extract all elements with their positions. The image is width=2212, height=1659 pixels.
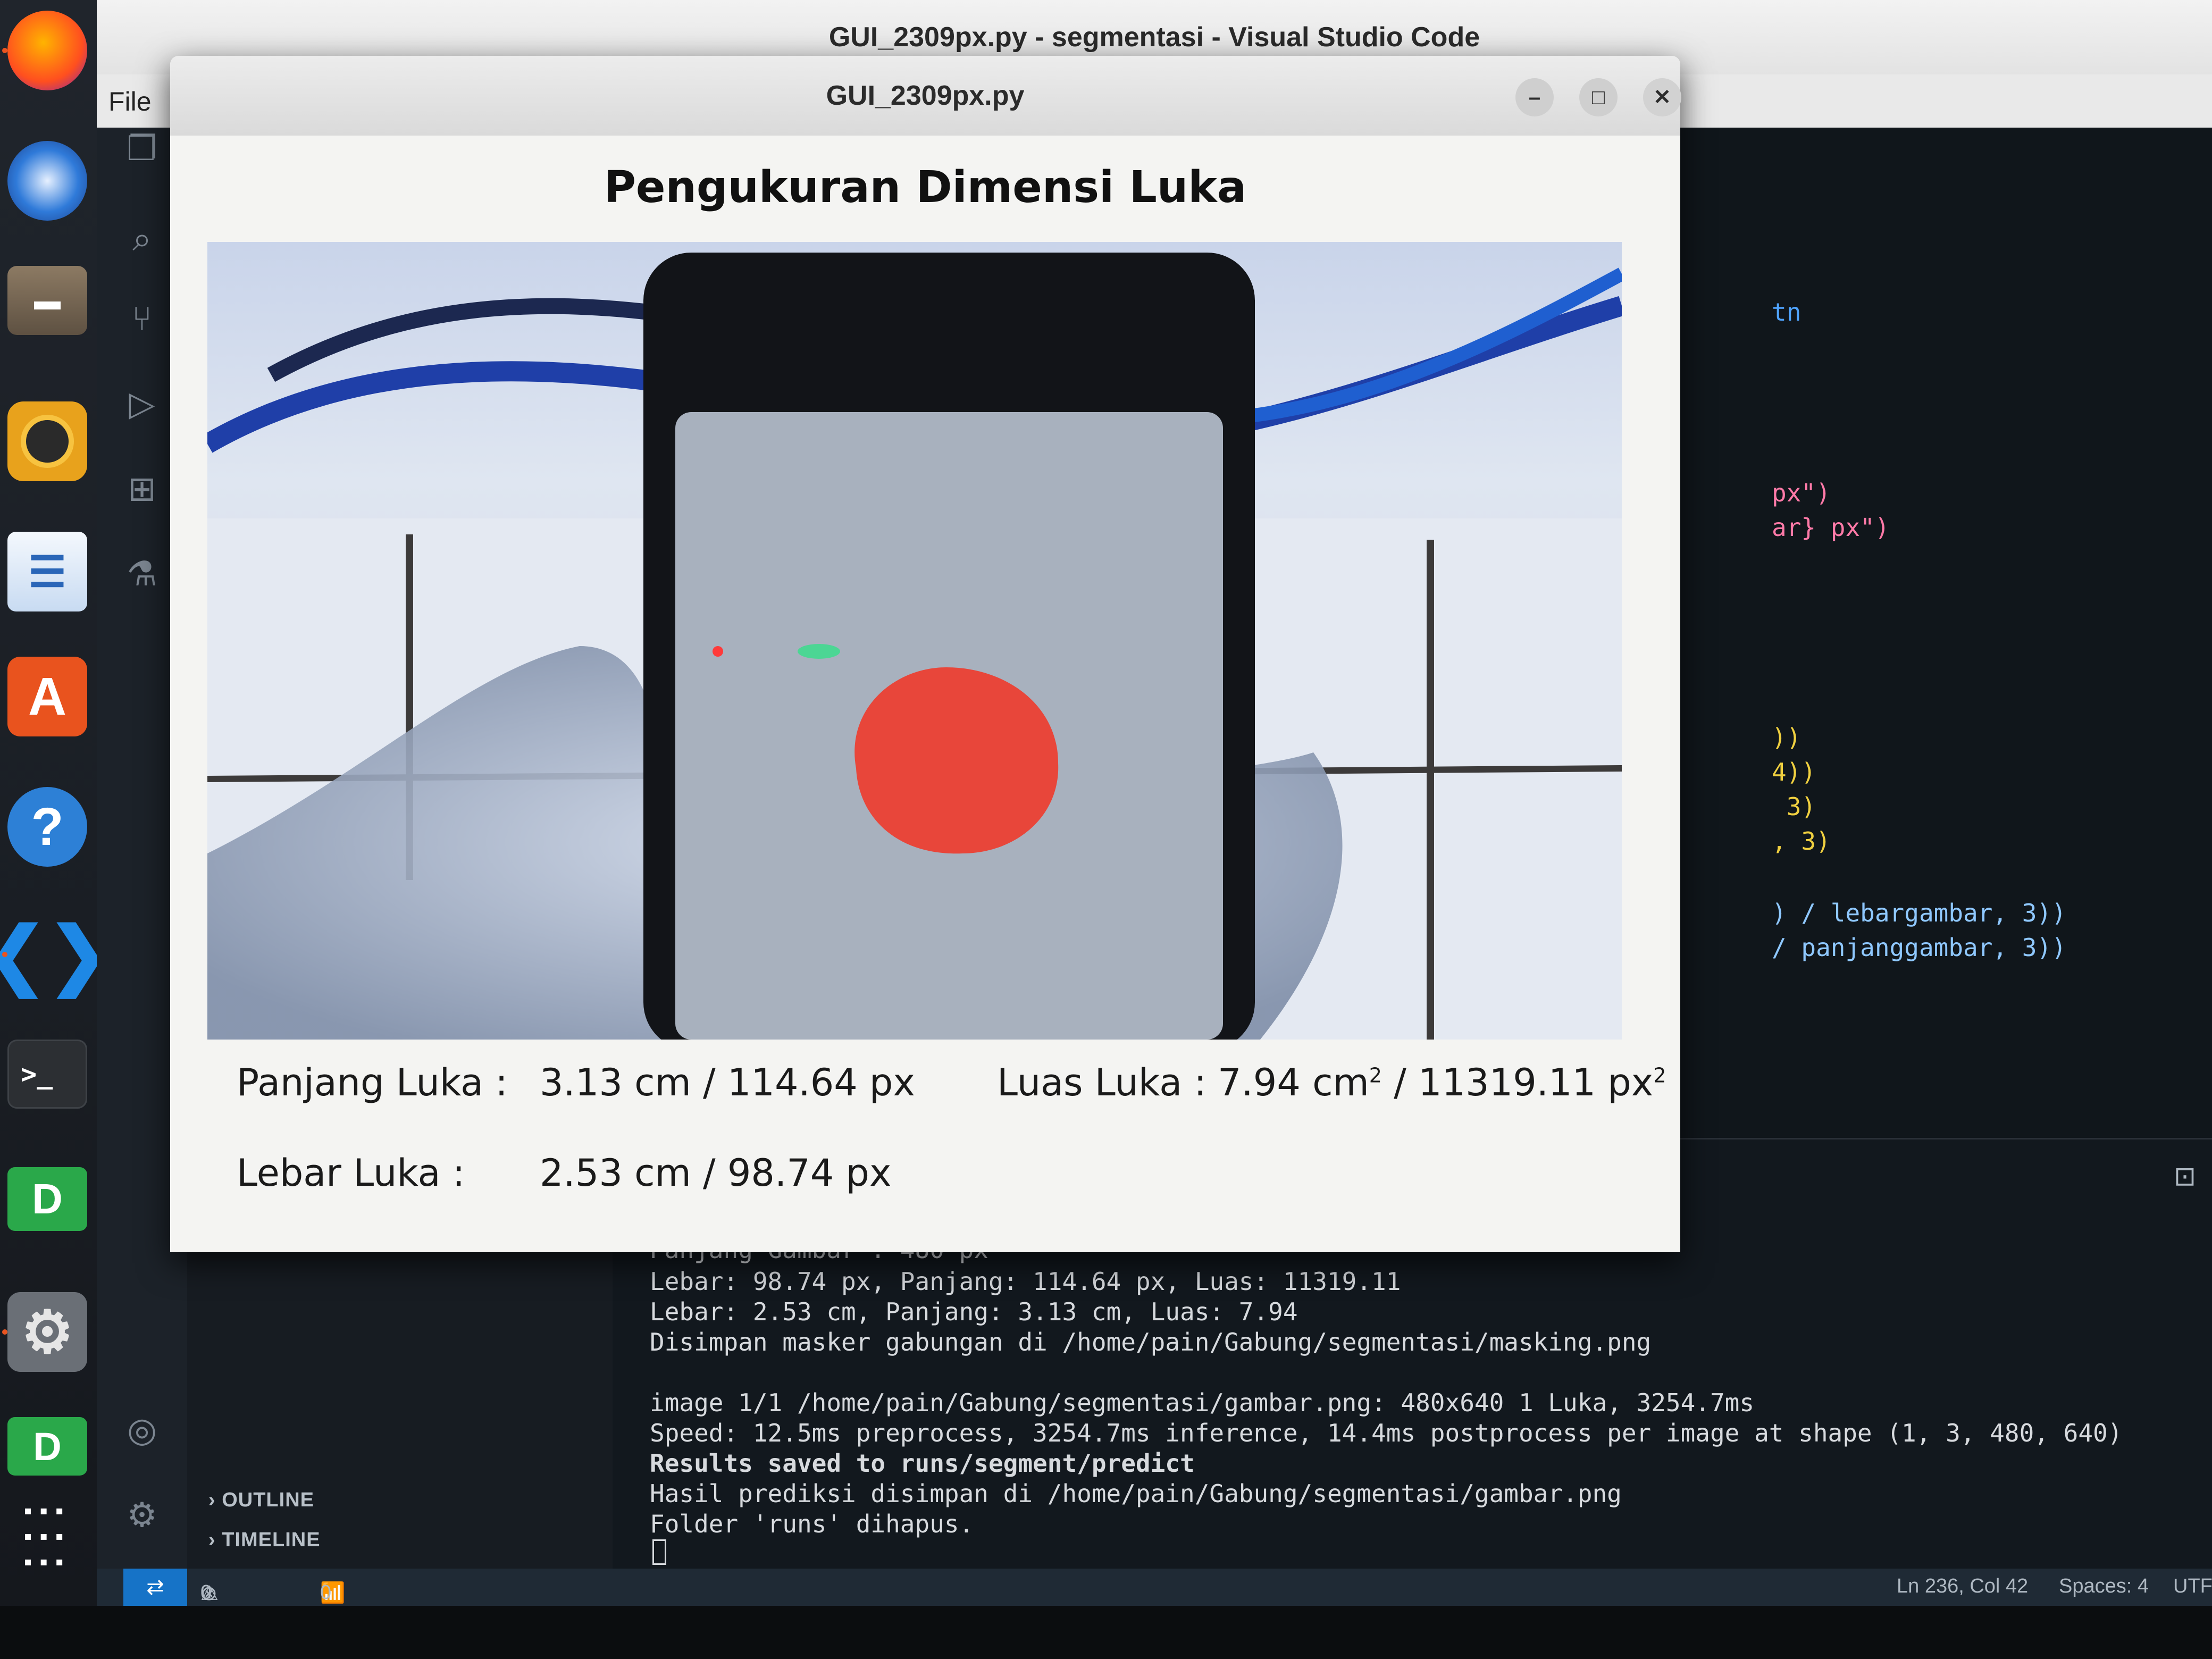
gui-heading: Pengukuran Dimensi Luka — [604, 162, 1247, 213]
panjang-value: 3.13 cm / 114.64 px — [540, 1061, 915, 1104]
code-line: px") — [1772, 479, 1831, 507]
terminal-line: Folder 'runs' dihapus. — [650, 1510, 974, 1538]
wound-photo-illustration — [207, 253, 1622, 1040]
luas-px: 11319.11 px — [1418, 1061, 1654, 1104]
vscode-icon[interactable]: ❮❯ — [0, 912, 110, 996]
code-line: , 3) — [1772, 827, 1831, 856]
terminal-icon[interactable]: >_ — [7, 1040, 87, 1109]
outline-label: OUTLINE — [222, 1489, 314, 1511]
running-indicator — [2, 952, 7, 957]
code-line: / panjanggambar, 3)) — [1772, 933, 2066, 962]
lebar-value: 2.53 cm / 98.74 px — [540, 1151, 892, 1195]
show-apps-icon[interactable]: ▪▪▪ ▪▪▪ ▪▪▪ — [7, 1497, 87, 1577]
maximize-button[interactable]: □ — [1579, 78, 1618, 116]
explorer-icon[interactable]: ❐ — [121, 128, 163, 170]
terminal-line: Lebar: 2.53 cm, Panjang: 3.13 cm, Luas: … — [650, 1297, 1298, 1326]
menu-file[interactable]: File — [108, 86, 152, 117]
rhythmbox-icon[interactable] — [7, 401, 87, 481]
explorer-sidebar: › OUTLINE › TIMELINE — [187, 1223, 613, 1569]
luas-cm-exponent: 2 — [1369, 1063, 1382, 1087]
firefox-icon[interactable] — [7, 11, 87, 90]
files-icon[interactable]: ▬ — [7, 266, 87, 335]
ubuntu-dock: ▬ ☰ A ? ❮❯ >_ D ⚙ D ▪▪▪▪▪▪▪▪▪ — [0, 0, 110, 1606]
indentation-setting[interactable]: Spaces: 4 — [2059, 1575, 2149, 1598]
luas-cm: 7.94 cm — [1218, 1061, 1369, 1104]
luas-px-exponent: 2 — [1653, 1063, 1666, 1087]
help-icon[interactable]: ? — [7, 787, 87, 867]
encoding-setting[interactable]: UTF — [2173, 1575, 2212, 1598]
thunderbird-icon[interactable] — [7, 141, 87, 221]
gui-titlebar: GUI_2309px.py – □ ✕ — [170, 56, 1681, 136]
run-debug-icon[interactable]: ▷ — [121, 383, 163, 425]
terminal-cursor — [652, 1539, 666, 1565]
d-app-icon[interactable]: D — [7, 1167, 87, 1231]
panjang-label: Panjang Luka : — [237, 1061, 508, 1104]
d-app-2-icon[interactable]: D — [7, 1417, 87, 1476]
timeline-section[interactable]: › TIMELINE — [208, 1529, 321, 1552]
terminal-line: Speed: 12.5ms preprocess, 3254.7ms infer… — [650, 1419, 2123, 1447]
cursor-position[interactable]: Ln 236, Col 42 — [1897, 1575, 2028, 1598]
luas-value: 7.94 cm2 / 11319.11 px2 — [1218, 1061, 1666, 1104]
code-line: ar} px") — [1772, 513, 1890, 542]
terminal-line: Lebar: 98.74 px, Panjang: 114.64 px, Lua… — [650, 1267, 1401, 1296]
measurement-gui-window: GUI_2309px.py – □ ✕ Pengukuran Dimensi L… — [170, 56, 1681, 1252]
chevron-right-icon: › — [208, 1529, 216, 1551]
minimize-button[interactable]: – — [1515, 78, 1554, 116]
testing-icon[interactable]: ⚗ — [121, 553, 163, 596]
code-line: ) / lebargambar, 3)) — [1772, 899, 2066, 927]
source-control-icon[interactable]: ⑂ — [121, 298, 163, 340]
chevron-right-icon: › — [208, 1489, 216, 1511]
code-line: 4)) — [1772, 758, 1816, 786]
code-line: tn — [1772, 298, 1802, 326]
gui-window-title: GUI_2309px.py — [826, 80, 1025, 111]
lebar-label: Lebar Luka : — [237, 1151, 465, 1195]
terminal-line: Disimpan masker gabungan di /home/pain/G… — [650, 1328, 1652, 1356]
code-line: 3) — [1772, 792, 1816, 821]
remote-indicator-icon[interactable]: ⇄ — [123, 1569, 187, 1606]
manage-gear-icon[interactable]: ⚙ — [121, 1494, 163, 1537]
app-center-icon[interactable]: A — [7, 657, 87, 736]
terminal-line: Hasil prediksi disimpan di /home/pain/Ga… — [650, 1479, 1622, 1508]
terminal-icon[interactable]: ⊡ — [2174, 1161, 2196, 1192]
close-button[interactable]: ✕ — [1643, 78, 1681, 116]
code-line: )) — [1772, 723, 1802, 752]
wound-camera-image — [207, 242, 1622, 1040]
outline-section[interactable]: › OUTLINE — [208, 1489, 314, 1512]
terminal-line: image 1/1 /home/pain/Gabung/segmentasi/g… — [650, 1388, 1755, 1417]
running-indicator — [2, 1329, 7, 1335]
settings-icon[interactable]: ⚙ — [7, 1292, 87, 1372]
terminal-line: Results saved to runs/segment/predict — [650, 1449, 1195, 1478]
timeline-label: TIMELINE — [222, 1529, 321, 1551]
search-icon[interactable]: ⌕ — [121, 218, 163, 261]
extensions-icon[interactable]: ⊞ — [121, 468, 163, 510]
luas-label: Luas Luka : — [997, 1061, 1206, 1104]
ports-count: 0 — [320, 1581, 332, 1604]
account-icon[interactable]: ◎ — [121, 1409, 163, 1452]
status-bar: ⇄ ⊗ 0 ⚠ 0 📶 0 Ln 236, Col 42 Spaces: 4 U… — [97, 1569, 2212, 1606]
running-indicator — [2, 48, 7, 53]
luas-separator: / — [1381, 1061, 1419, 1104]
warning-count: 0 — [200, 1581, 212, 1604]
writer-icon[interactable]: ☰ — [7, 532, 87, 611]
vscode-window-title: GUI_2309px.py - segmentasi - Visual Stud… — [828, 22, 1480, 53]
